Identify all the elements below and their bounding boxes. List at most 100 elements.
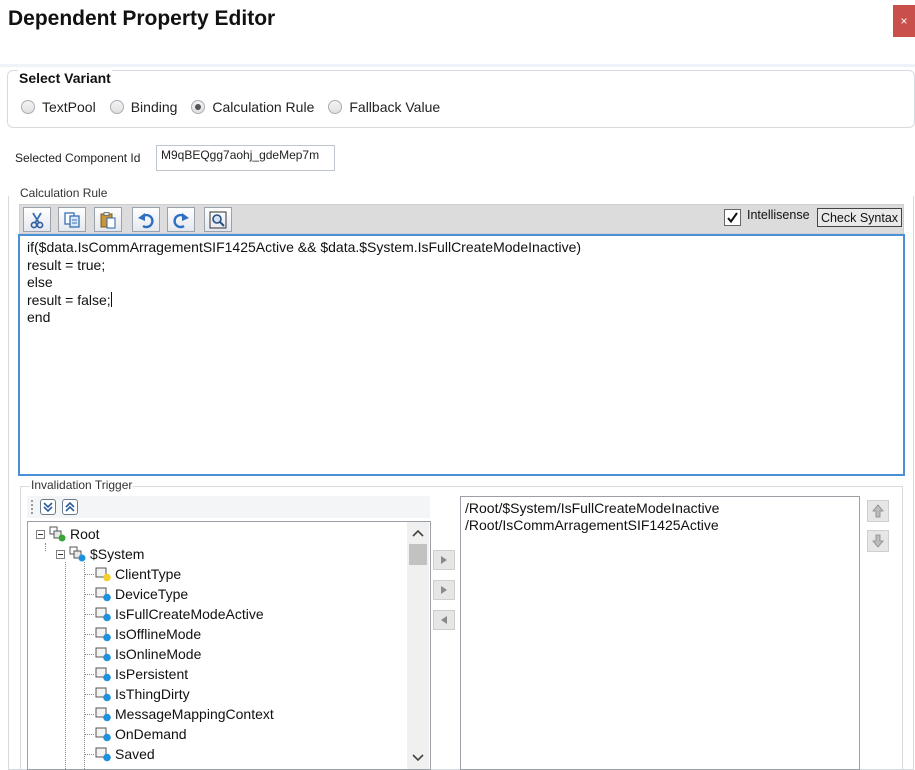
variant-option-textpool[interactable]: TextPool <box>21 99 96 115</box>
list-item[interactable]: /Root/IsCommArragementSIF1425Active <box>465 517 855 534</box>
tree-toolbar <box>27 496 430 518</box>
tree-connector <box>84 653 94 655</box>
radio-textpool[interactable] <box>21 100 35 114</box>
tree-node-property[interactable]: IsOfflineMode <box>84 624 201 644</box>
tree-node-label: IsPersistent <box>115 666 189 682</box>
window-title: Dependent Property Editor <box>8 7 276 30</box>
tree-node-property[interactable]: IsPersistent <box>84 664 188 684</box>
property-icon <box>95 607 111 622</box>
undo-button[interactable] <box>132 207 160 232</box>
node-group-icon <box>69 546 86 562</box>
list-item[interactable]: /Root/$System/IsFullCreateModeInactive <box>465 500 855 517</box>
paste-button[interactable] <box>94 207 122 232</box>
variant-option-fallback-value[interactable]: Fallback Value <box>328 99 440 115</box>
selected-triggers-list[interactable]: /Root/$System/IsFullCreateModeInactive /… <box>460 496 860 770</box>
radio-calculation-rule[interactable] <box>191 100 206 114</box>
copy-button[interactable] <box>58 207 86 232</box>
check-syntax-button[interactable]: Check Syntax <box>817 208 902 227</box>
property-icon <box>95 707 111 722</box>
tree-node-label: $System <box>90 546 145 562</box>
tree-node-property[interactable]: OnDemand <box>84 724 187 744</box>
find-icon <box>209 211 227 228</box>
tree-node-property[interactable]: ClientType <box>84 564 181 584</box>
radio-binding[interactable] <box>109 100 124 114</box>
undo-icon <box>138 212 154 228</box>
scroll-down-button[interactable] <box>407 747 429 769</box>
variant-radio-group: TextPool Binding Calculation Rule Fallba… <box>21 97 454 117</box>
code-line: end <box>27 309 51 325</box>
redo-button[interactable] <box>167 207 195 232</box>
tree-vertical-scrollbar[interactable] <box>407 522 429 769</box>
move-up-button[interactable] <box>867 500 889 522</box>
tree-node-property[interactable]: MessageMappingContext <box>84 704 274 724</box>
close-button[interactable]: × <box>893 5 915 37</box>
tree-connector <box>84 693 94 695</box>
node-group-icon <box>49 526 66 542</box>
tree-node-label: MessageMappingContext <box>115 706 274 722</box>
arrow-left-icon <box>441 616 447 624</box>
tree-node-label: IsOnlineMode <box>115 646 202 662</box>
property-icon <box>95 627 111 642</box>
copy-icon <box>64 211 80 228</box>
tree-connector <box>84 673 94 675</box>
remove-trigger-button[interactable] <box>433 610 455 630</box>
tree-node-property[interactable]: Saved <box>84 744 155 764</box>
tree-node-root[interactable]: Root <box>36 524 100 544</box>
selected-component-label: Selected Component Id <box>15 151 141 165</box>
intellisense-label: Intellisense <box>747 208 810 222</box>
collapse-toggle[interactable] <box>56 549 65 559</box>
property-icon <box>95 747 111 762</box>
redo-icon <box>173 212 189 228</box>
variant-option-label: Calculation Rule <box>212 99 315 115</box>
tree-node-label: DeviceType <box>115 586 189 602</box>
code-line: if($data.IsCommArragementSIF1425Active &… <box>27 239 582 255</box>
tree-node-label: Saved <box>115 746 155 762</box>
tree-connector <box>84 733 94 735</box>
find-button[interactable] <box>204 207 232 232</box>
property-icon <box>95 727 111 742</box>
code-line-with-caret: result = false; <box>27 291 896 310</box>
property-icon <box>95 567 111 582</box>
cut-button[interactable] <box>23 207 51 232</box>
scroll-up-button[interactable] <box>407 522 429 544</box>
collapse-all-button[interactable] <box>62 499 78 515</box>
tree-connector <box>84 753 94 755</box>
variant-option-label: Fallback Value <box>349 99 441 115</box>
tree-node-property[interactable]: DeviceType <box>84 584 188 604</box>
move-down-button[interactable] <box>867 530 889 552</box>
collapse-all-icon <box>65 501 75 512</box>
chevron-up-icon <box>412 529 424 537</box>
variant-option-binding[interactable]: Binding <box>109 99 178 115</box>
intellisense-checkbox[interactable] <box>724 209 741 226</box>
tree-node-label: IsThingDirty <box>115 686 190 702</box>
arrow-up-icon <box>872 504 884 518</box>
property-tree[interactable]: Root $System ClientType DeviceType IsFullC… <box>27 521 431 770</box>
tree-line <box>65 562 66 769</box>
collapse-toggle[interactable] <box>36 529 45 539</box>
scroll-thumb[interactable] <box>409 544 427 565</box>
selected-component-field[interactable]: M9qBEQgg7aohj_gdeMep7m <box>156 145 335 171</box>
tree-connector <box>84 593 94 595</box>
tree-connector <box>84 633 94 635</box>
tree-node-label: IsOfflineMode <box>115 626 202 642</box>
calculation-rule-title: Calculation Rule <box>19 186 109 200</box>
tree-node-property[interactable]: IsOnlineMode <box>84 644 201 664</box>
add-all-triggers-button[interactable] <box>433 580 455 600</box>
paste-icon <box>100 211 116 229</box>
tree-node-property[interactable]: IsThingDirty <box>84 684 190 704</box>
tree-node-system[interactable]: $System <box>56 544 144 564</box>
code-line: else <box>27 274 53 290</box>
property-icon <box>95 667 111 682</box>
expand-all-button[interactable] <box>40 499 56 515</box>
radio-fallback-value[interactable] <box>328 100 343 114</box>
property-icon <box>95 647 111 662</box>
add-trigger-button[interactable] <box>433 550 455 570</box>
calculation-rule-editor[interactable]: if($data.IsCommArragementSIF1425Active &… <box>18 234 905 476</box>
close-icon: × <box>900 14 908 28</box>
code-line: result = true; <box>27 256 106 273</box>
variant-option-label: Binding <box>130 99 178 115</box>
variant-option-calculation-rule[interactable]: Calculation Rule <box>191 99 314 115</box>
tree-node-label: OnDemand <box>115 726 187 742</box>
tree-node-property[interactable]: IsFullCreateModeActive <box>84 604 264 624</box>
tree-node-label: Root <box>70 526 100 542</box>
